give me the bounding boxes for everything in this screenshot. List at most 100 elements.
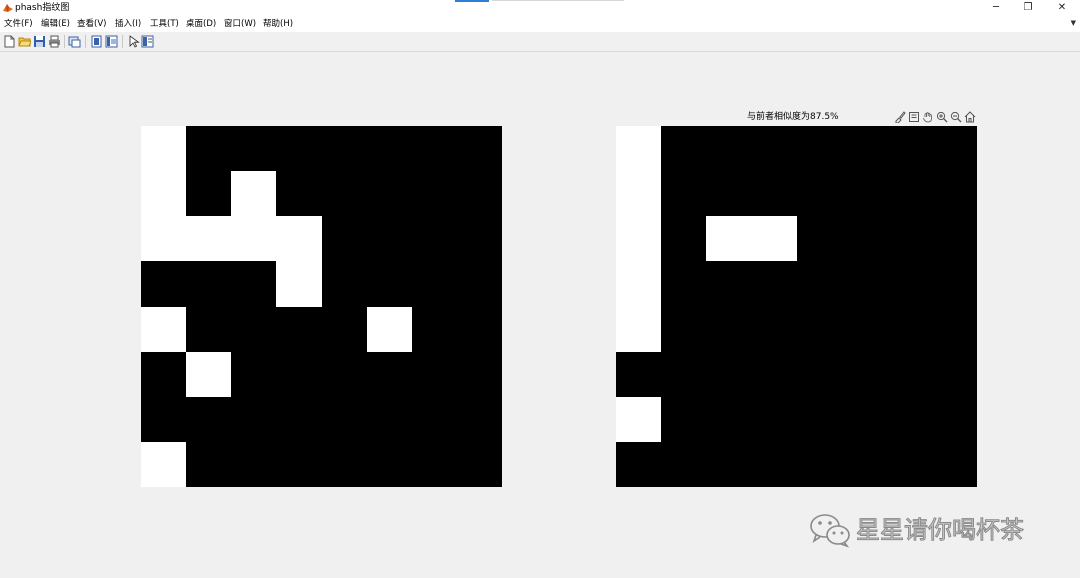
new-file-icon[interactable] bbox=[3, 35, 16, 48]
window-title: phash指纹图 bbox=[15, 3, 70, 13]
toolbar-separator bbox=[122, 35, 123, 48]
left-hash-cell bbox=[412, 442, 457, 487]
right-hash-cell bbox=[661, 397, 706, 442]
right-hash-cell bbox=[706, 126, 751, 171]
right-hash-cell bbox=[616, 171, 661, 216]
right-hash-cell bbox=[616, 352, 661, 397]
left-hash-cell bbox=[322, 171, 367, 216]
right-hash-cell bbox=[616, 126, 661, 171]
left-hash-cell bbox=[186, 126, 231, 171]
save-icon[interactable] bbox=[33, 35, 46, 48]
right-hash-cell bbox=[932, 442, 977, 487]
left-hash-cell bbox=[141, 261, 186, 307]
right-hash-cell bbox=[751, 307, 797, 352]
menu-view[interactable]: 查看(V) bbox=[77, 18, 106, 30]
left-hash-cell bbox=[322, 307, 367, 352]
figure-toolbar bbox=[0, 32, 1080, 52]
right-hash-cell bbox=[661, 307, 706, 352]
left-hash-cell bbox=[141, 126, 186, 171]
right-hash-cell bbox=[661, 442, 706, 487]
right-hash-cell bbox=[887, 397, 932, 442]
right-hash-cell bbox=[842, 171, 887, 216]
toolbar-separator bbox=[64, 35, 65, 48]
left-hash-cell bbox=[231, 442, 276, 487]
menu-window[interactable]: 窗口(W) bbox=[224, 18, 256, 30]
home-icon[interactable] bbox=[964, 111, 976, 123]
brush-icon[interactable] bbox=[894, 111, 906, 123]
left-hash-cell bbox=[412, 261, 457, 307]
toolbar-dock-chevron-icon[interactable]: ▼ bbox=[1071, 19, 1076, 27]
restore-button[interactable]: ❐ bbox=[1012, 0, 1044, 16]
left-hash-cell bbox=[141, 171, 186, 216]
left-hash-cell bbox=[276, 307, 322, 352]
menu-file[interactable]: 文件(F) bbox=[4, 18, 33, 30]
zoom-in-icon[interactable] bbox=[936, 111, 948, 123]
right-hash-cell bbox=[887, 216, 932, 261]
left-hash-cell bbox=[367, 261, 412, 307]
left-hash-cell bbox=[231, 307, 276, 352]
right-hash-cell bbox=[797, 216, 842, 261]
watermark-text: 星星请你喝杯茶 bbox=[856, 516, 1025, 545]
left-hash-cell bbox=[412, 397, 457, 442]
minimize-icon: ─ bbox=[992, 2, 1000, 13]
right-hash-cell bbox=[932, 216, 977, 261]
data-tips-icon[interactable] bbox=[908, 111, 920, 123]
right-hash-cell bbox=[887, 442, 932, 487]
left-hash-cell bbox=[322, 397, 367, 442]
right-hash-cell bbox=[751, 261, 797, 307]
title-bar-accent bbox=[455, 0, 489, 2]
title-bar: phash指纹图 ─ ❐ ✕ bbox=[0, 0, 1080, 16]
close-icon: ✕ bbox=[1057, 2, 1067, 13]
right-hash-cell bbox=[797, 171, 842, 216]
menu-edit[interactable]: 编辑(E) bbox=[41, 18, 70, 30]
right-hash-cell bbox=[842, 307, 887, 352]
right-hash-cell bbox=[932, 126, 977, 171]
title-bar-divider bbox=[492, 0, 624, 1]
pan-icon[interactable] bbox=[922, 111, 934, 123]
right-hash-cell bbox=[661, 126, 706, 171]
left-hash-cell bbox=[276, 397, 322, 442]
right-hash-cell bbox=[751, 397, 797, 442]
left-hash-cell bbox=[457, 171, 502, 216]
menu-insert[interactable]: 插入(I) bbox=[115, 18, 141, 30]
left-hash-cell bbox=[276, 261, 322, 307]
property-editor-icon[interactable] bbox=[141, 35, 154, 48]
menu-desktop[interactable]: 桌面(D) bbox=[186, 18, 216, 30]
left-hash-cell bbox=[457, 126, 502, 171]
edit-plot-arrow-icon[interactable] bbox=[127, 35, 140, 48]
right-hash-cell bbox=[706, 171, 751, 216]
left-hash-cell bbox=[186, 261, 231, 307]
minimize-button[interactable]: ─ bbox=[980, 0, 1012, 16]
open-folder-icon[interactable] bbox=[18, 35, 31, 48]
right-hash-cell bbox=[842, 397, 887, 442]
hide-plot-tools-icon[interactable] bbox=[90, 35, 103, 48]
left-hash-cell bbox=[141, 216, 186, 261]
right-hash-cell bbox=[842, 442, 887, 487]
left-hash-cell bbox=[186, 307, 231, 352]
toolbar-separator bbox=[85, 35, 86, 48]
left-hash-cell bbox=[322, 442, 367, 487]
menu-tools[interactable]: 工具(T) bbox=[150, 18, 179, 30]
left-hash-cell bbox=[322, 261, 367, 307]
left-hash-cell bbox=[457, 442, 502, 487]
right-hash-cell bbox=[751, 442, 797, 487]
right-hash-cell bbox=[751, 126, 797, 171]
zoom-out-icon[interactable] bbox=[950, 111, 962, 123]
left-hash-cell bbox=[367, 126, 412, 171]
link-plot-icon[interactable] bbox=[68, 35, 81, 48]
left-hash-cell bbox=[457, 397, 502, 442]
right-hash-cell bbox=[797, 397, 842, 442]
right-hash-cell bbox=[842, 216, 887, 261]
right-hash-cell bbox=[616, 442, 661, 487]
right-hash-cell bbox=[706, 216, 751, 261]
left-hash-cell bbox=[231, 216, 276, 261]
right-hash-cell bbox=[661, 261, 706, 307]
right-hash-cell bbox=[751, 216, 797, 261]
show-plot-tools-icon[interactable] bbox=[105, 35, 118, 48]
print-icon[interactable] bbox=[48, 35, 61, 48]
left-hash-cell bbox=[231, 352, 276, 397]
close-button[interactable]: ✕ bbox=[1046, 0, 1078, 16]
right-hash-cell bbox=[706, 261, 751, 307]
menu-help[interactable]: 帮助(H) bbox=[263, 18, 293, 30]
left-hash-image bbox=[141, 126, 502, 487]
